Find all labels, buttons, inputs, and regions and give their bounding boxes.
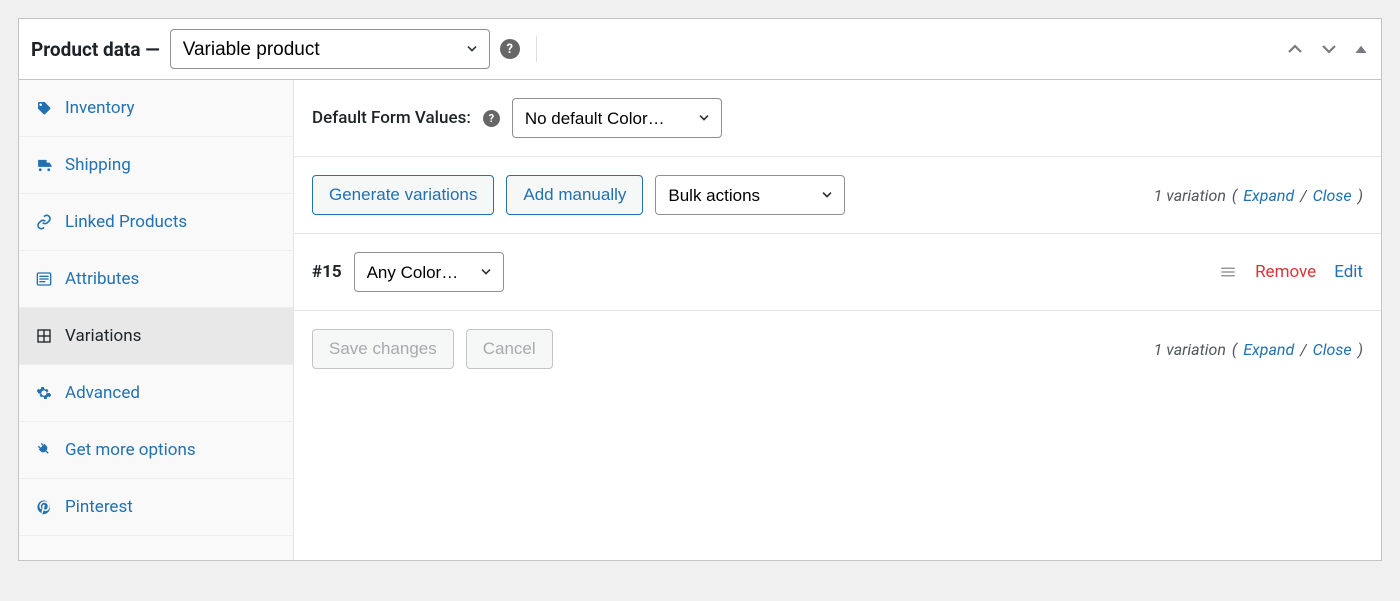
default-form-values-label: Default Form Values: — [312, 108, 471, 128]
gear-icon — [35, 384, 53, 402]
sidebar-item-label: Variations — [65, 326, 141, 346]
cancel-button[interactable]: Cancel — [466, 329, 553, 369]
variation-count-bottom: 1 variation (Expand / Close) — [1154, 340, 1363, 359]
sidebar-item-advanced[interactable]: Advanced — [19, 365, 293, 422]
panel-header-controls — [1285, 39, 1369, 59]
tag-icon — [35, 99, 53, 117]
panel-body: Inventory Shipping Linked Products Attri… — [19, 80, 1381, 560]
product-data-panel: Product data — Variable product ? — [18, 18, 1382, 561]
sidebar-item-label: Shipping — [65, 155, 131, 175]
default-color-select[interactable]: No default Color… — [512, 98, 722, 138]
sidebar-item-get-more-options[interactable]: Get more options — [19, 422, 293, 479]
remove-variation-link[interactable]: Remove — [1255, 262, 1316, 282]
truck-icon — [35, 156, 53, 174]
sidebar-item-attributes[interactable]: Attributes — [19, 251, 293, 308]
help-icon[interactable]: ? — [483, 110, 500, 127]
grid-icon — [35, 327, 53, 345]
sidebar-item-label: Advanced — [65, 383, 140, 403]
sidebar-item-inventory[interactable]: Inventory — [19, 80, 293, 137]
variation-attribute-select[interactable]: Any Color… — [354, 252, 504, 292]
save-changes-button[interactable]: Save changes — [312, 329, 454, 369]
panel-move-up-icon[interactable] — [1285, 39, 1305, 59]
expand-link[interactable]: Expand — [1243, 186, 1294, 205]
variation-id: #15 — [312, 262, 342, 282]
variation-row[interactable]: #15 Any Color… Remove Edit — [294, 234, 1381, 311]
sidebar-item-label: Inventory — [65, 98, 135, 118]
sidebar-item-label: Linked Products — [65, 212, 187, 232]
sidebar-item-variations[interactable]: Variations — [19, 308, 293, 365]
expand-link[interactable]: Expand — [1243, 340, 1294, 359]
variation-count-text: 1 variation — [1154, 186, 1226, 205]
variations-toolbar: Generate variations Add manually Bulk ac… — [294, 157, 1381, 234]
default-form-values-row: Default Form Values: ? No default Color… — [294, 80, 1381, 157]
list-icon — [35, 270, 53, 288]
close-link[interactable]: Close — [1313, 186, 1352, 205]
sidebar: Inventory Shipping Linked Products Attri… — [19, 80, 294, 560]
variations-footer: Save changes Cancel 1 variation (Expand … — [294, 311, 1381, 387]
panel-move-down-icon[interactable] — [1319, 39, 1339, 59]
close-link[interactable]: Close — [1313, 340, 1352, 359]
pinterest-icon — [35, 498, 53, 516]
drag-handle-icon[interactable] — [1219, 263, 1237, 281]
sidebar-item-label: Pinterest — [65, 497, 133, 517]
sidebar-item-shipping[interactable]: Shipping — [19, 137, 293, 194]
bulk-actions-select[interactable]: Bulk actions — [655, 175, 845, 215]
divider — [536, 36, 537, 62]
panel-title: Product data — — [31, 38, 160, 61]
plug-icon — [35, 441, 53, 459]
variations-pane: Default Form Values: ? No default Color…… — [294, 80, 1381, 560]
variation-actions: Remove Edit — [1219, 262, 1363, 282]
sidebar-item-pinterest[interactable]: Pinterest — [19, 479, 293, 536]
edit-variation-link[interactable]: Edit — [1334, 262, 1363, 282]
link-icon — [35, 213, 53, 231]
sidebar-item-linked-products[interactable]: Linked Products — [19, 194, 293, 251]
add-manually-button[interactable]: Add manually — [506, 175, 643, 215]
panel-header: Product data — Variable product ? — [19, 19, 1381, 80]
panel-collapse-icon[interactable] — [1353, 41, 1369, 57]
help-icon[interactable]: ? — [500, 39, 520, 59]
sidebar-item-label: Attributes — [65, 269, 139, 289]
generate-variations-button[interactable]: Generate variations — [312, 175, 494, 215]
variation-count-text: 1 variation — [1154, 340, 1226, 359]
variation-count-top: 1 variation (Expand / Close) — [1154, 186, 1363, 205]
product-type-select[interactable]: Variable product — [170, 29, 490, 69]
sidebar-item-label: Get more options — [65, 440, 196, 460]
